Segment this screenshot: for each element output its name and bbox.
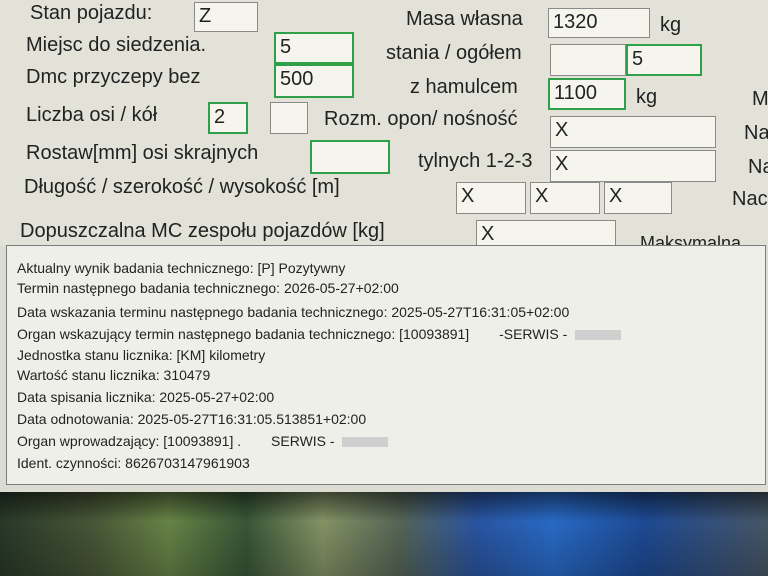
serwis-text: -SERWIS - [499, 326, 568, 342]
kol-field[interactable] [270, 102, 308, 134]
tylnych-label: tylnych 1-2-3 [418, 150, 533, 172]
masa-label: Masa własna [406, 8, 523, 30]
log-line: Aktualny wynik badania technicznego: [P]… [17, 260, 346, 276]
log-line-text: Organ wskazujący termin następnego badan… [17, 326, 470, 342]
stania-field[interactable] [550, 44, 626, 76]
osi-field[interactable]: 2 [208, 102, 248, 134]
dmc-label: Dmc przyczepy bez [26, 66, 201, 88]
rostaw-label: Rostaw[mm] osi skrajnych [26, 142, 259, 164]
z-hamulcem-label: z hamulcem [410, 76, 518, 98]
log-line: Data odnotowania: 2025-05-27T16:31:05.51… [17, 411, 367, 427]
vehicle-form: Stan pojazdu: Z Masa własna 1320 kg Miej… [0, 0, 768, 253]
z-hamulcem-field[interactable]: 1100 [548, 78, 626, 110]
opon-field[interactable]: X [550, 116, 716, 148]
stan-field[interactable]: Z [194, 2, 258, 32]
wysokosc-field[interactable]: X [604, 182, 672, 214]
opon-label: Rozm. opon/ nośność [324, 108, 518, 130]
inspection-log-panel: Aktualny wynik badania technicznego: [P]… [6, 245, 766, 485]
log-line-organ-wprowadzajacy: Organ wprowadzający: [10093891] . SERWIS… [17, 433, 389, 449]
rostaw-field[interactable] [310, 140, 390, 174]
masa-field[interactable]: 1320 [548, 8, 650, 38]
dlugosc-label: Długość / szerokość / wysokość [m] [24, 176, 340, 198]
masa-unit: kg [660, 14, 682, 36]
redacted-block [575, 330, 622, 341]
log-line: Wartość stanu licznika: 310479 [17, 367, 211, 383]
wallpaper-shade [0, 492, 768, 576]
szerokosc-field[interactable]: X [530, 182, 600, 214]
log-line: Data wskazania terminu następnego badani… [17, 304, 570, 320]
stania-label: stania / ogółem [386, 42, 522, 64]
log-line: Data spisania licznika: 2025-05-27+02:00 [17, 389, 275, 405]
right-cut-label-4: Nac [732, 188, 768, 210]
miejsc-field[interactable]: 5 [274, 32, 354, 64]
ogolem-field[interactable]: 5 [626, 44, 702, 76]
right-cut-label-1: M [752, 88, 768, 110]
right-cut-label-2: Na [744, 122, 768, 144]
log-line: Ident. czynności: 8626703147961903 [17, 455, 250, 471]
tylnych-field[interactable]: X [550, 150, 716, 182]
z-hamulcem-unit: kg [636, 86, 658, 108]
osi-label: Liczba osi / kół [26, 104, 158, 126]
dmc-field[interactable]: 500 [274, 64, 354, 98]
serwis-text: SERWIS - [271, 433, 335, 449]
mc-label: Dopuszczalna MC zespołu pojazdów [kg] [20, 220, 385, 242]
log-line: Jednostka stanu licznika: [KM] kilometry [17, 347, 266, 363]
redacted-block [342, 437, 389, 448]
dlugosc-field[interactable]: X [456, 182, 526, 214]
miejsc-label: Miejsc do siedzenia. [26, 34, 207, 56]
log-line-organ: Organ wskazujący termin następnego badan… [17, 326, 622, 342]
right-cut-label-3: Na [748, 156, 768, 178]
log-line-text: Organ wprowadzający: [10093891] . [17, 433, 242, 449]
stan-label: Stan pojazdu: [30, 2, 153, 24]
log-line: Termin następnego badania technicznego: … [17, 280, 399, 296]
